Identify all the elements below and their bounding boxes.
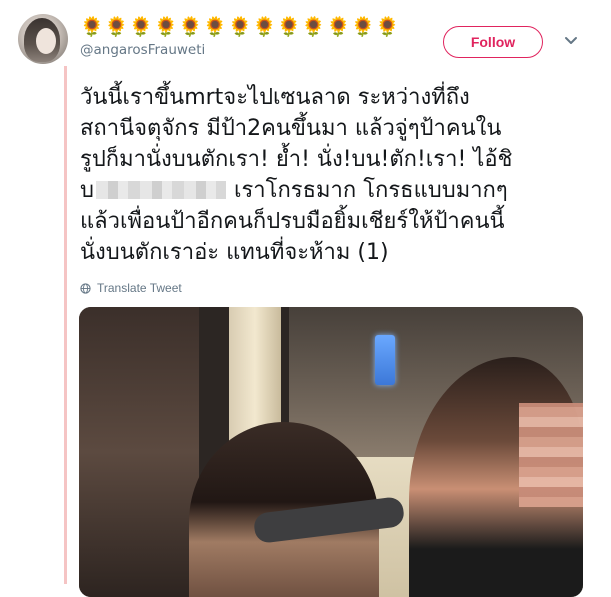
thread-line	[64, 66, 67, 584]
display-name[interactable]: 🌻🌻🌻🌻🌻🌻🌻🌻🌻🌻🌻🌻🌻	[80, 16, 401, 38]
tweet-photo[interactable]	[79, 307, 583, 597]
redacted-text	[95, 181, 226, 199]
photo-phone-screen	[375, 335, 395, 385]
translate-tweet-link[interactable]: Translate Tweet	[80, 281, 182, 295]
photo-background-left	[79, 307, 199, 597]
avatar[interactable]	[18, 14, 68, 64]
tweet-text: วันนี้เราขึ้นmrtจะไปเซนลาด ระหว่างที่ถึง…	[80, 82, 600, 268]
avatar-face	[36, 28, 56, 54]
globe-icon	[80, 282, 91, 294]
photo-face-pixelation	[519, 403, 583, 507]
chevron-down-icon[interactable]	[564, 36, 578, 46]
follow-button[interactable]: Follow	[443, 26, 543, 58]
username[interactable]: @angarosFrauweti	[80, 42, 205, 58]
translate-tweet-label: Translate Tweet	[97, 281, 182, 295]
